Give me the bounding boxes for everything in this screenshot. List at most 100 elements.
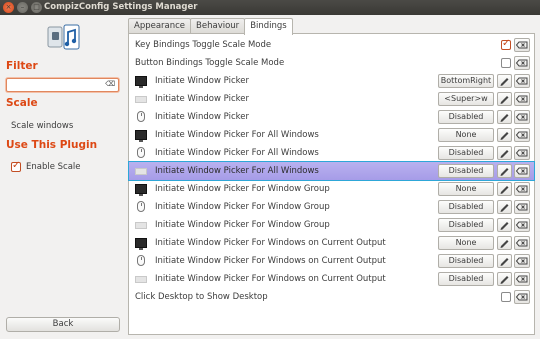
edit-binding-button[interactable] xyxy=(497,146,512,160)
binding-value-button[interactable]: Disabled xyxy=(438,272,494,286)
edit-binding-button[interactable] xyxy=(497,200,512,214)
clear-filter-icon[interactable]: ⌫ xyxy=(105,80,115,88)
clear-icon xyxy=(515,59,528,67)
reset-setting-button[interactable] xyxy=(514,272,530,286)
scale-plugin-icon xyxy=(47,24,80,50)
edit-binding-button[interactable] xyxy=(497,182,512,196)
setting-checkbox[interactable] xyxy=(501,38,511,50)
setting-row[interactable]: Click Desktop to Show Desktop xyxy=(129,288,534,306)
filter-field[interactable]: ⌫ xyxy=(6,78,119,92)
setting-row[interactable]: Initiate Window Picker For All Windows Di… xyxy=(129,144,534,162)
reset-setting-button[interactable] xyxy=(514,290,530,304)
binding-value-button[interactable]: None xyxy=(438,128,494,142)
plugin-heading: Scale xyxy=(6,97,38,109)
setting-row[interactable]: Initiate Window Picker Disabled xyxy=(129,108,534,126)
clear-icon xyxy=(515,203,528,211)
edit-binding-button[interactable] xyxy=(497,128,512,142)
setting-label: Initiate Window Picker For Window Group xyxy=(155,184,330,194)
binding-value-button[interactable]: None xyxy=(438,182,494,196)
setting-row[interactable]: Initiate Window Picker For Window Group D… xyxy=(129,216,534,234)
setting-row[interactable]: Button Bindings Toggle Scale Mode xyxy=(129,54,534,72)
reset-setting-button[interactable] xyxy=(514,200,530,214)
reset-setting-button[interactable] xyxy=(514,128,530,142)
enable-plugin-row[interactable]: Enable Scale xyxy=(11,160,81,172)
maximize-window-icon[interactable]: □ xyxy=(31,2,42,13)
pencil-icon xyxy=(500,150,509,158)
binding-value-button[interactable]: Disabled xyxy=(438,254,494,268)
edit-binding-button[interactable] xyxy=(497,164,512,178)
pencil-icon xyxy=(500,168,509,176)
setting-row[interactable]: Initiate Window Picker BottomRight xyxy=(129,72,534,90)
setting-checkbox[interactable] xyxy=(501,58,511,68)
setting-row[interactable]: Initiate Window Picker For Window Group N… xyxy=(129,180,534,198)
monitor-icon xyxy=(135,184,147,196)
setting-row[interactable]: Initiate Window Picker For All Windows No… xyxy=(129,126,534,144)
edit-binding-button[interactable] xyxy=(497,110,512,124)
filter-input[interactable] xyxy=(7,79,103,91)
close-window-icon[interactable]: × xyxy=(3,2,14,13)
pencil-icon xyxy=(500,276,509,284)
setting-checkbox[interactable] xyxy=(501,292,511,302)
binding-value-button[interactable]: Disabled xyxy=(438,218,494,232)
pencil-icon xyxy=(500,96,509,104)
setting-label: Initiate Window Picker xyxy=(155,94,249,104)
pencil-icon xyxy=(500,114,509,122)
pencil-icon xyxy=(500,186,509,194)
setting-label: Initiate Window Picker For Windows on Cu… xyxy=(155,256,386,266)
setting-label: Initiate Window Picker For All Windows xyxy=(155,130,319,140)
tab-appearance[interactable]: Appearance xyxy=(128,18,192,34)
reset-setting-button[interactable] xyxy=(514,74,530,88)
binding-value-button[interactable]: Disabled xyxy=(438,110,494,124)
edit-binding-button[interactable] xyxy=(497,272,512,286)
binding-value-button[interactable]: BottomRight xyxy=(438,74,494,88)
reset-setting-button[interactable] xyxy=(514,236,530,250)
setting-row[interactable]: Key Bindings Toggle Scale Mode xyxy=(129,36,534,54)
mouse-icon xyxy=(137,147,145,158)
bindings-list: Key Bindings Toggle Scale Mode Button Bin… xyxy=(128,33,535,335)
binding-value-button[interactable]: Disabled xyxy=(438,200,494,214)
binding-value-button[interactable]: <Super>w xyxy=(438,92,494,106)
enable-plugin-checkbox[interactable] xyxy=(11,160,21,172)
clear-icon xyxy=(515,239,528,247)
reset-setting-button[interactable] xyxy=(514,56,530,70)
monitor-icon xyxy=(135,76,147,88)
monitor-icon xyxy=(135,130,147,142)
back-button[interactable]: Back xyxy=(6,317,120,332)
setting-label: Button Bindings Toggle Scale Mode xyxy=(135,58,285,68)
reset-setting-button[interactable] xyxy=(514,146,530,160)
binding-value-button[interactable]: Disabled xyxy=(438,164,494,178)
minimize-window-icon[interactable]: – xyxy=(17,2,28,13)
setting-row[interactable]: Initiate Window Picker For Windows on Cu… xyxy=(129,234,534,252)
edit-binding-button[interactable] xyxy=(497,92,512,106)
edit-binding-button[interactable] xyxy=(497,218,512,232)
setting-label: Initiate Window Picker For Window Group xyxy=(155,220,330,230)
binding-value-button[interactable]: Disabled xyxy=(438,146,494,160)
enable-plugin-label: Enable Scale xyxy=(26,162,81,172)
edit-binding-button[interactable] xyxy=(497,74,512,88)
edit-binding-button[interactable] xyxy=(497,254,512,268)
tab-bindings[interactable]: Bindings xyxy=(244,18,293,35)
pencil-icon xyxy=(500,204,509,212)
binding-value-button[interactable]: None xyxy=(438,236,494,250)
window-titlebar: × – □ CompizConfig Settings Manager xyxy=(0,0,540,15)
reset-setting-button[interactable] xyxy=(514,92,530,106)
setting-row[interactable]: Initiate Window Picker For Windows on Cu… xyxy=(129,270,534,288)
monitor-icon xyxy=(135,238,147,250)
setting-row[interactable]: Initiate Window Picker For Windows on Cu… xyxy=(129,252,534,270)
reset-setting-button[interactable] xyxy=(514,254,530,268)
clear-icon xyxy=(515,275,528,283)
mouse-icon xyxy=(137,111,145,122)
tab-behaviour[interactable]: Behaviour xyxy=(190,18,246,34)
sidebar-item-scale-windows[interactable]: Scale windows xyxy=(11,121,73,131)
setting-row[interactable]: Initiate Window Picker <Super>w xyxy=(129,90,534,108)
edit-binding-button[interactable] xyxy=(497,236,512,250)
reset-setting-button[interactable] xyxy=(514,164,530,178)
window-title: CompizConfig Settings Manager xyxy=(44,2,198,12)
reset-setting-button[interactable] xyxy=(514,218,530,232)
reset-setting-button[interactable] xyxy=(514,182,530,196)
tab-bar: Appearance Behaviour Bindings xyxy=(128,18,293,35)
reset-setting-button[interactable] xyxy=(514,38,530,52)
setting-row[interactable]: Initiate Window Picker For All Windows Di… xyxy=(128,161,535,181)
reset-setting-button[interactable] xyxy=(514,110,530,124)
setting-row[interactable]: Initiate Window Picker For Window Group D… xyxy=(129,198,534,216)
